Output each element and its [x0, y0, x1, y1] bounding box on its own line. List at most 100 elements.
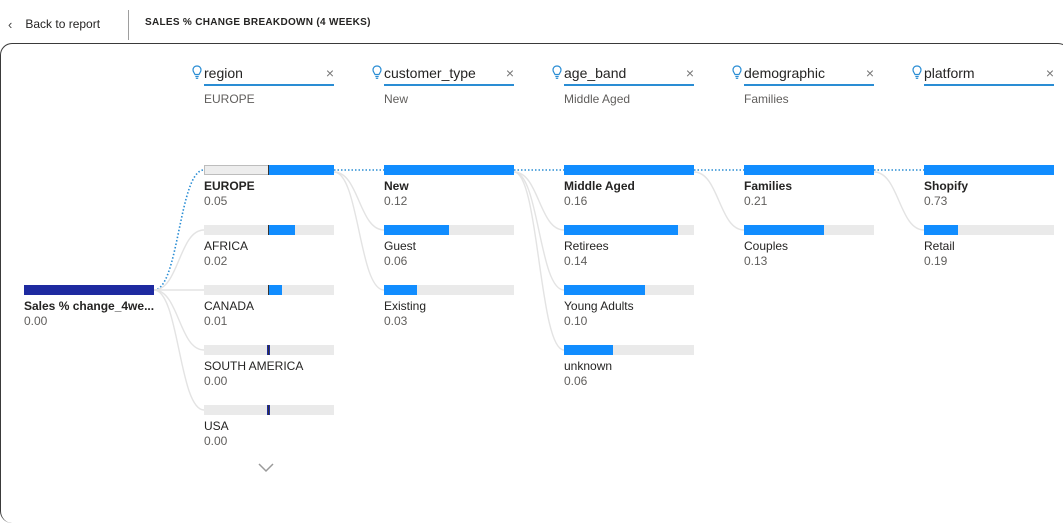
node-bar-fill	[744, 225, 825, 235]
level-name: customer_type	[384, 65, 476, 81]
node-bar-fill	[564, 285, 646, 295]
node-value: 0.12	[384, 194, 408, 208]
node-label: Retail	[924, 239, 955, 253]
lightbulb-icon[interactable]	[552, 65, 562, 80]
tree-node[interactable]: AFRICA 0.02	[204, 225, 334, 268]
node-value: 0.14	[564, 254, 588, 268]
node-bar	[564, 165, 694, 175]
node-bar-baseline	[268, 285, 269, 295]
node-value: 0.00	[204, 374, 228, 388]
level-name: age_band	[564, 65, 627, 81]
node-label: Retirees	[564, 239, 609, 253]
level-field[interactable]: age_band ×	[564, 63, 694, 86]
tree-node[interactable]: Young Adults 0.10	[564, 285, 694, 328]
node-bar-fill	[269, 225, 295, 235]
node-label: Shopify	[924, 179, 968, 193]
tree-node[interactable]: Families 0.21	[744, 165, 874, 208]
node-value: 0.16	[564, 194, 588, 208]
tree-node[interactable]: Shopify 0.73	[924, 165, 1054, 208]
close-icon[interactable]: ×	[326, 65, 334, 81]
node-value: 0.10	[564, 314, 588, 328]
tree-node[interactable]: unknown 0.06	[564, 345, 694, 388]
level-field[interactable]: platform ×	[924, 63, 1054, 86]
node-label: EUROPE	[204, 179, 255, 193]
node-label: Middle Aged	[564, 179, 635, 193]
root-value: 0.00	[24, 314, 48, 328]
root-bar	[24, 285, 154, 295]
close-icon[interactable]: ×	[506, 65, 514, 81]
node-bar	[204, 225, 334, 235]
tree-node[interactable]: Retail 0.19	[924, 225, 1054, 268]
level-header-platform[interactable]: platform ×	[912, 63, 1054, 92]
node-bar	[924, 165, 1054, 175]
level-header-age_band[interactable]: age_band × Middle Aged	[552, 63, 694, 106]
back-label: Back to report	[25, 17, 101, 31]
node-bar	[384, 165, 514, 175]
tree-node[interactable]: Middle Aged 0.16	[564, 165, 694, 208]
node-bar-fill	[564, 225, 678, 235]
tree-node[interactable]: Existing 0.03	[384, 285, 514, 328]
node-bar-baseline	[268, 225, 269, 235]
chevron-left-icon: ‹	[8, 16, 13, 32]
node-bar	[924, 225, 1054, 235]
root-node[interactable]: Sales % change_4we... 0.00	[24, 285, 154, 328]
tree-node[interactable]: Guest 0.06	[384, 225, 514, 268]
node-value: 0.21	[744, 194, 768, 208]
node-bar	[384, 285, 514, 295]
node-bar	[204, 285, 334, 295]
chevron-down-icon[interactable]	[256, 460, 276, 474]
node-value: 0.06	[384, 254, 408, 268]
node-value: 0.05	[204, 194, 228, 208]
node-bar-fill	[924, 165, 1054, 175]
top-bar: ‹ Back to report SALES % CHANGE BREAKDOW…	[0, 0, 1063, 44]
level-name: demographic	[744, 65, 825, 81]
tree-node[interactable]: Retirees 0.14	[564, 225, 694, 268]
level-field[interactable]: demographic ×	[744, 63, 874, 86]
node-label: USA	[204, 419, 229, 433]
level-field[interactable]: region ×	[204, 63, 334, 86]
node-value: 0.19	[924, 254, 948, 268]
node-label: Guest	[384, 239, 417, 253]
node-bar-fill	[384, 165, 514, 175]
lightbulb-icon[interactable]	[732, 65, 742, 80]
lightbulb-icon[interactable]	[192, 65, 202, 80]
node-bar	[744, 225, 874, 235]
level-header-demographic[interactable]: demographic × Families	[732, 63, 874, 106]
tree-node[interactable]: EUROPE 0.05	[204, 165, 334, 208]
close-icon[interactable]: ×	[1046, 65, 1054, 81]
close-icon[interactable]: ×	[686, 65, 694, 81]
node-value: 0.06	[564, 374, 588, 388]
node-bar	[204, 405, 334, 415]
node-bar-fill	[384, 285, 417, 295]
lightbulb-icon[interactable]	[912, 65, 922, 80]
node-value: 0.03	[384, 314, 408, 328]
node-value: 0.01	[204, 314, 228, 328]
level-name: region	[204, 65, 243, 81]
node-value: 0.73	[924, 194, 948, 208]
close-icon[interactable]: ×	[866, 65, 874, 81]
node-bar-fill	[384, 225, 449, 235]
tree-node[interactable]: CANADA 0.01	[204, 285, 334, 328]
tree-node[interactable]: USA 0.00	[204, 405, 334, 448]
decomposition-tree-panel	[0, 43, 1063, 523]
node-bar	[744, 165, 874, 175]
node-bar-baseline	[268, 345, 269, 355]
root-label: Sales % change_4we...	[24, 299, 154, 313]
node-bar	[204, 345, 334, 355]
node-value: 0.02	[204, 254, 228, 268]
level-field[interactable]: customer_type ×	[384, 63, 514, 86]
level-header-region[interactable]: region × EUROPE	[192, 63, 334, 106]
tree-node[interactable]: New 0.12	[384, 165, 514, 208]
node-bar-fill	[744, 165, 874, 175]
node-value: 0.13	[744, 254, 768, 268]
lightbulb-icon[interactable]	[372, 65, 382, 80]
node-bar-fill	[924, 225, 958, 235]
node-bar	[564, 285, 694, 295]
level-header-customer_type[interactable]: customer_type × New	[372, 63, 514, 106]
back-to-report-button[interactable]: ‹ Back to report	[8, 15, 100, 33]
tree-node[interactable]: SOUTH AMERICA 0.00	[204, 345, 334, 388]
node-bar-fill	[564, 345, 613, 355]
tree-node[interactable]: Couples 0.13	[744, 225, 874, 268]
node-label: New	[384, 179, 409, 193]
node-label: unknown	[564, 359, 613, 373]
